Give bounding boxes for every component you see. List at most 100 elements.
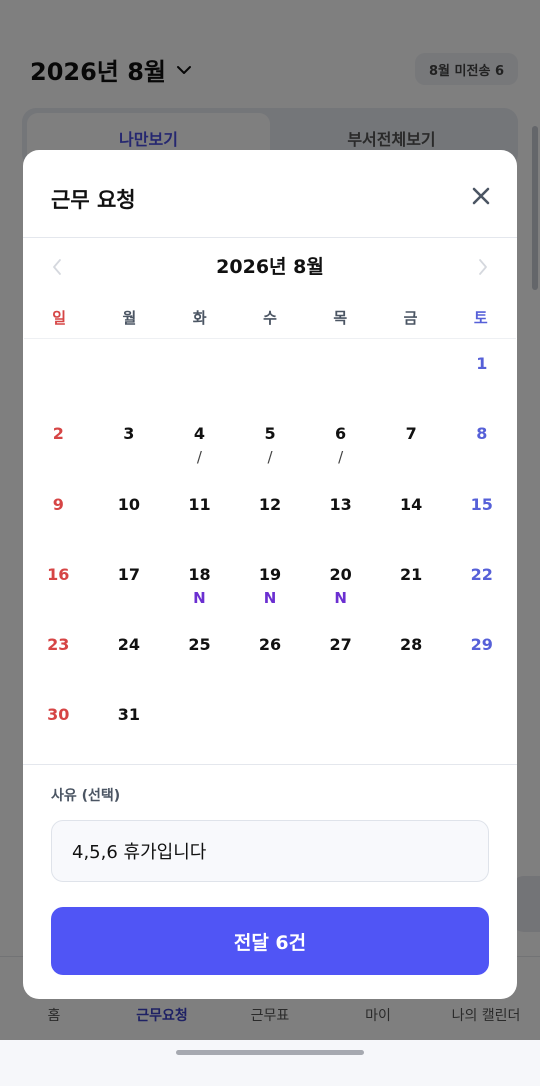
day-number: 18 [188,564,211,584]
weekday-label: 목 [333,309,348,327]
calendar-empty-cell [305,690,376,760]
day-number: 9 [52,494,64,514]
calendar-week-row: 30 31 [23,690,517,760]
calendar-day-cell[interactable]: 8 [446,409,517,479]
day-number: 17 [117,564,140,584]
calendar-day-cell[interactable]: 15 [446,480,517,550]
day-number: 26 [258,635,282,655]
calendar-week-row: 23 24 25 26 27 28 29 [23,620,517,690]
shift-mark: / [338,448,344,467]
calendar-day-cell[interactable]: 26 [235,620,306,690]
calendar-day-cell[interactable]: 30 [23,690,94,760]
day-number: 28 [400,635,423,655]
day-number: 20 [329,564,352,584]
close-icon[interactable] [467,182,495,210]
day-number: 31 [117,705,140,725]
day-number: 1 [476,354,488,373]
weekday-header: 일 월 화 수 목 금 토 [24,294,516,339]
day-number: 25 [188,635,211,655]
day-number: 30 [47,705,70,725]
day-number: 29 [470,635,493,655]
calendar-day-cell[interactable]: 3 [94,409,165,479]
day-number: 19 [258,564,282,584]
calendar-empty-cell [235,690,306,760]
calendar-day-cell[interactable]: 2 [23,409,94,479]
calendar-grid: 1 2 3 4/5/6/7 8 9 10 11 12 13 14 15 16 17 18 N 19 N 20 N 21 2… [23,339,517,765]
calendar-day-cell[interactable]: 21 [376,550,447,620]
day-number: 24 [117,635,140,655]
calendar-empty-cell [164,690,235,760]
day-number: 27 [329,635,352,655]
reason-section: 사유 (선택) [23,765,517,882]
calendar-day-cell[interactable]: 23 [23,620,94,690]
submit-button[interactable]: 전달 6건 [51,907,489,975]
calendar-day-cell[interactable]: 10 [94,480,165,550]
calendar-week-row: 9 10 11 12 13 14 15 [23,480,517,550]
shift-mark: N [263,588,277,607]
calendar-day-cell[interactable]: 25 [164,620,235,690]
calendar-empty-cell [235,339,306,409]
day-number: 10 [117,494,140,514]
shift-mark: / [196,448,202,467]
calendar-day-cell[interactable]: 28 [376,620,447,690]
weekday-label: 화 [192,309,207,327]
day-number [305,354,376,374]
calendar-day-cell[interactable]: 9 [23,480,94,550]
calendar-empty-cell [376,339,447,409]
calendar-day-cell[interactable]: 18 N [164,550,235,620]
calendar-day-cell[interactable]: 16 [23,550,94,620]
calendar-week-row: 1 [23,339,517,409]
day-number [305,705,376,725]
calendar-day-cell[interactable]: 1 [446,339,517,409]
calendar-day-cell[interactable]: 12 [235,480,306,550]
shift-request-modal: 근무 요청 2026년 8월 일 월 화 수 목 금 토 1 2 3 4/5/6/7 8… [23,150,517,999]
day-number [94,354,165,374]
calendar-day-cell[interactable]: 19 N [235,550,306,620]
calendar-day-cell[interactable]: 17 [94,550,165,620]
calendar-day-cell[interactable]: 20 N [305,550,376,620]
day-number [235,354,306,374]
calendar-empty-cell [23,339,94,409]
day-number: 14 [400,494,423,514]
system-nav-area [0,1040,540,1086]
calendar-day-cell[interactable]: 31 [94,690,165,760]
home-indicator[interactable] [176,1050,364,1055]
calendar-day-cell[interactable]: 13 [305,480,376,550]
calendar-empty-cell [94,339,165,409]
calendar-empty-cell [376,690,447,760]
calendar-day-cell[interactable]: 5/ [235,409,306,479]
calendar-day-cell[interactable]: 14 [376,480,447,550]
day-number: 12 [258,494,282,514]
modal-title: 근무 요청 [51,188,136,212]
calendar-day-cell[interactable]: 29 [446,620,517,690]
calendar-week-row: 2 3 4/5/6/7 8 [23,409,517,479]
reason-input[interactable] [51,820,489,882]
calendar-day-cell[interactable]: 4/ [164,409,235,479]
calendar-empty-cell [305,339,376,409]
chevron-right-icon[interactable] [475,256,491,278]
day-number [376,354,447,374]
calendar-day-cell[interactable]: 27 [305,620,376,690]
day-number: 11 [188,494,211,514]
calendar-day-cell[interactable]: 6/ [305,409,376,479]
day-number: 13 [329,494,352,514]
day-number: 7 [405,424,417,444]
calendar-day-cell[interactable]: 11 [164,480,235,550]
shift-mark: N [334,588,347,607]
day-number [164,705,235,725]
day-number: 8 [476,424,488,444]
shift-mark: / [267,448,273,467]
calendar-day-cell[interactable]: 22 [446,550,517,620]
day-number [23,354,94,374]
calendar-day-cell[interactable]: 24 [94,620,165,690]
day-number: 16 [47,564,70,584]
calendar-day-cell[interactable]: 7 [376,409,447,479]
day-number: 23 [47,635,70,655]
weekday-label: 토 [473,309,488,327]
day-number: 4 [193,424,206,444]
calendar-month-title: 2026년 8월 [216,256,324,278]
calendar-empty-cell [164,339,235,409]
day-number: 6 [335,424,347,444]
day-number: 22 [470,564,493,584]
day-number [446,705,517,725]
